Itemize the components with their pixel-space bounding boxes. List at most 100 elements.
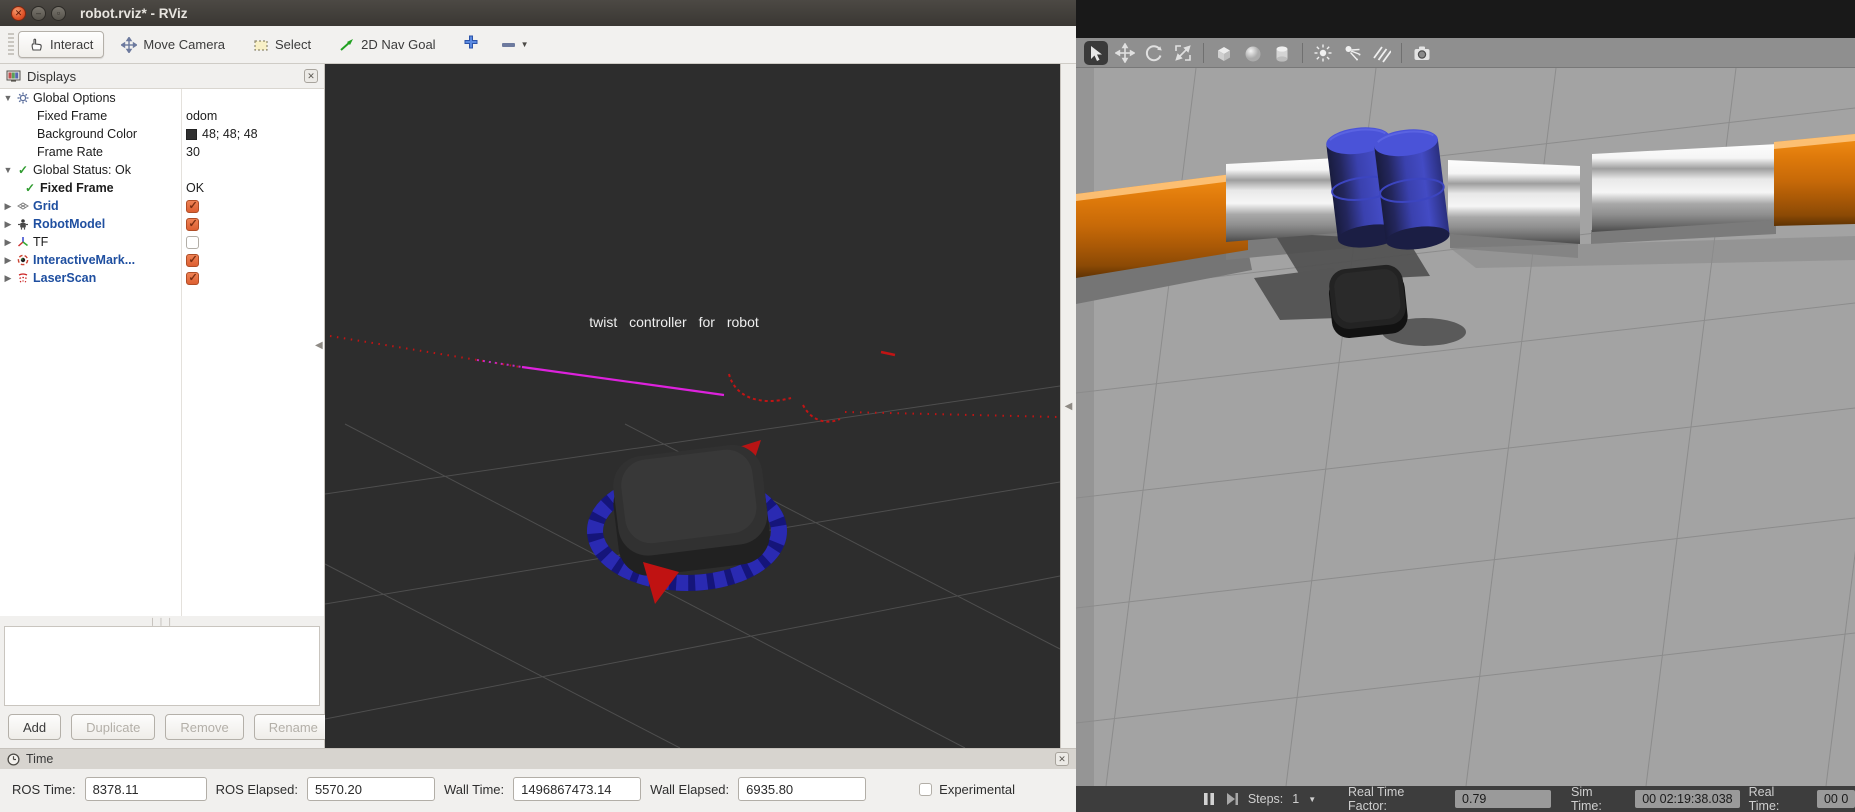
window-close-button[interactable]: ✕ (11, 6, 26, 21)
laser-scan-enabled-checkbox[interactable] (186, 272, 199, 285)
row-value: OK (181, 181, 324, 195)
interactive-markers-enabled-checkbox[interactable] (186, 254, 199, 267)
ros-time-input[interactable]: 8378.11 (85, 777, 207, 801)
pause-icon[interactable] (1202, 792, 1216, 806)
select-tool-button[interactable]: Select (242, 31, 322, 58)
add-display-button[interactable]: Add (8, 714, 61, 740)
clock-icon (7, 753, 20, 766)
time-panel: Time ✕ ROS Time: 8378.11 ROS Elapsed: 55… (0, 748, 1076, 812)
time-panel-close-button[interactable]: ✕ (1055, 752, 1069, 766)
steps-label: Steps: (1248, 792, 1283, 806)
move-camera-tool-button[interactable]: Move Camera (110, 31, 236, 59)
tree-row-global-status[interactable]: ▼ ✓ Global Status: Ok (0, 161, 324, 179)
duplicate-display-button[interactable]: Duplicate (71, 714, 155, 740)
steps-value[interactable]: 1 (1292, 792, 1299, 806)
box-icon[interactable] (1212, 41, 1236, 65)
white-guardrail-far-right (1592, 144, 1778, 232)
translate-icon[interactable] (1113, 41, 1137, 65)
selection-box-icon (253, 38, 269, 52)
row-label: Frame Rate (37, 145, 103, 159)
expander-icon[interactable]: ▶ (3, 201, 13, 212)
add-tool-button[interactable] (463, 34, 479, 55)
tree-row-global-options[interactable]: ▼ Global Options (0, 89, 324, 107)
remove-display-button[interactable]: Remove (165, 714, 243, 740)
row-value[interactable]: 30 (181, 145, 324, 159)
close-icon: ✕ (307, 71, 315, 82)
window-minimize-button[interactable]: – (31, 6, 46, 21)
time-panel-title: Time (26, 752, 53, 766)
tree-row-tf[interactable]: ▶ TF (0, 233, 324, 251)
gazebo-3d-scene[interactable] (1076, 68, 1855, 786)
robot-model-enabled-checkbox[interactable] (186, 218, 199, 231)
sim-time-value: 00 02:19:38.038 (1635, 790, 1739, 808)
expander-icon[interactable]: ▼ (3, 165, 13, 175)
expander-icon[interactable]: ▶ (3, 273, 13, 284)
tree-row-frame-rate[interactable]: Frame Rate 30 (0, 143, 324, 161)
window-title: robot.rviz* - RViz (80, 6, 188, 21)
tree-row-grid[interactable]: ▶ Grid (0, 197, 324, 215)
robot-model-icon (17, 218, 29, 230)
row-label: Background Color (37, 127, 137, 141)
hand-pointer-icon (29, 37, 44, 52)
experimental-label: Experimental (939, 782, 1015, 797)
steps-dropdown-caret-icon[interactable]: ▼ (1308, 795, 1316, 804)
tree-row-laser-scan[interactable]: ▶ LaserScan (0, 269, 324, 287)
gazebo-menubar-area (1076, 0, 1855, 38)
gazebo-window: Steps: 1 ▼ Real Time Factor: 0.79 Sim Ti… (1076, 0, 1855, 812)
expander-icon[interactable]: ▶ (3, 237, 13, 248)
interact-tool-button[interactable]: Interact (18, 31, 104, 58)
step-icon[interactable] (1225, 792, 1239, 806)
row-value[interactable]: odom (181, 109, 324, 123)
right-panel-collapsed-strip[interactable]: ◀ (1060, 64, 1076, 748)
experimental-checkbox[interactable] (919, 783, 932, 796)
displays-buttons-row: Add Duplicate Remove Rename (0, 706, 324, 740)
row-label: Fixed Frame (40, 181, 114, 195)
time-panel-content: ROS Time: 8378.11 ROS Elapsed: 5570.20 W… (0, 769, 1076, 809)
row-label: LaserScan (33, 271, 96, 285)
gazebo-robot (1327, 263, 1410, 340)
expander-icon[interactable]: ▶ (3, 219, 13, 230)
left-panel-collapse-arrow[interactable]: ◀ (315, 340, 323, 351)
spot-light-icon[interactable] (1340, 41, 1364, 65)
cylinder-icon[interactable] (1270, 41, 1294, 65)
toolbar-separator (1302, 43, 1303, 63)
tree-row-fixed-frame[interactable]: Fixed Frame odom (0, 107, 324, 125)
move-camera-tool-label: Move Camera (143, 37, 225, 52)
expander-icon[interactable]: ▼ (3, 93, 13, 103)
grid-enabled-checkbox[interactable] (186, 200, 199, 213)
scale-icon[interactable] (1171, 41, 1195, 65)
select-arrow-icon[interactable] (1084, 41, 1108, 65)
rename-display-button[interactable]: Rename (254, 714, 333, 740)
expander-icon[interactable]: ▶ (3, 255, 13, 266)
toolbar-separator (1203, 43, 1204, 63)
rotate-icon[interactable] (1142, 41, 1166, 65)
right-panel-collapse-arrow[interactable]: ◀ (1065, 401, 1073, 412)
directional-light-icon[interactable] (1369, 41, 1393, 65)
tree-row-background-color[interactable]: Background Color 48; 48; 48 (0, 125, 324, 143)
point-light-icon[interactable] (1311, 41, 1335, 65)
ros-elapsed-input[interactable]: 5570.20 (307, 777, 435, 801)
wall-elapsed-input[interactable]: 6935.80 (738, 777, 866, 801)
window-maximize-button[interactable]: ▫ (51, 6, 66, 21)
wall-time-input[interactable]: 1496867473.14 (513, 777, 641, 801)
remove-tool-button[interactable]: ▼ (501, 40, 529, 49)
real-time-factor-label: Real Time Factor: (1348, 786, 1446, 812)
rviz-3d-viewport[interactable]: twist controller for robot (325, 64, 1060, 748)
screenshot-camera-icon[interactable] (1410, 41, 1434, 65)
rviz-robot-model (608, 441, 773, 579)
gazebo-scene (1076, 68, 1855, 786)
displays-close-button[interactable]: ✕ (304, 69, 318, 83)
real-time-factor-value: 0.79 (1455, 790, 1551, 808)
tree-row-robot-model[interactable]: ▶ RobotModel (0, 215, 324, 233)
sphere-icon[interactable] (1241, 41, 1265, 65)
tree-row-status-fixed-frame[interactable]: ✓ Fixed Frame OK (0, 179, 324, 197)
color-swatch (186, 129, 197, 140)
tree-row-interactive-markers[interactable]: ▶ InteractiveMark... (0, 251, 324, 269)
tool-dropdown-caret-icon[interactable]: ▼ (521, 40, 529, 49)
panel-splitter-handle[interactable]: ❘❘❘ (0, 616, 324, 626)
check-icon: ✓ (17, 163, 29, 177)
tf-enabled-checkbox[interactable] (186, 236, 199, 249)
tf-axes-icon (17, 236, 29, 248)
toolbar-drag-handle[interactable] (8, 33, 14, 57)
nav-goal-tool-button[interactable]: 2D Nav Goal (328, 31, 446, 58)
